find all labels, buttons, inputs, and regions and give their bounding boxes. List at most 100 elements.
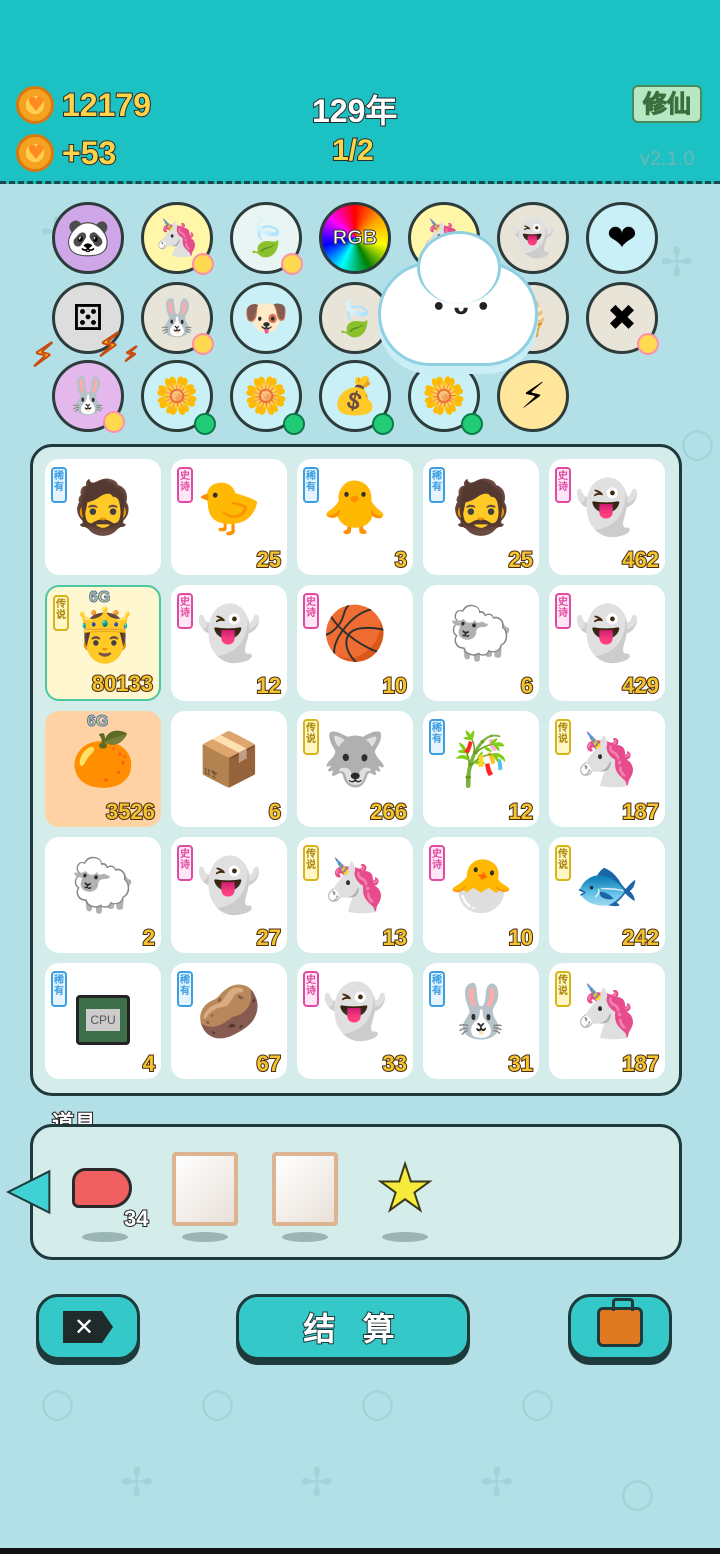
slot-cell[interactable]: 🥔 稀有 67 <box>171 963 287 1079</box>
slot-cell[interactable]: 🐑 2 <box>45 837 161 953</box>
slot-cell[interactable]: 🦄 传说 13 <box>297 837 413 953</box>
slot-cell[interactable]: 🧔 稀有 <box>45 459 161 575</box>
slot-count: 25 <box>255 546 282 573</box>
rarity-badge: 传说 <box>303 845 319 881</box>
sheep-icon: 🐑 <box>448 604 514 664</box>
rgb-orb-icon[interactable]: RGB <box>319 202 391 274</box>
slot-cell[interactable]: 👻 史诗 27 <box>171 837 287 953</box>
rabbit-icon[interactable]: 🐰 <box>141 282 214 355</box>
rabbit-icon[interactable]: 🐰 <box>52 360 125 433</box>
slot-cell[interactable]: 🧔 稀有 25 <box>423 459 539 575</box>
liver-icon <box>72 1168 132 1208</box>
slot-cell[interactable]: 🦄 传说 187 <box>549 711 665 827</box>
rarity-badge: 史诗 <box>555 593 571 629</box>
rarity-badge: 史诗 <box>177 845 193 881</box>
sheep-icon: 🐑 <box>70 856 136 916</box>
bg-pattern: ✢ <box>300 1460 334 1506</box>
heart-badge-icon <box>637 333 659 355</box>
cool-dog-icon[interactable]: 🐶 <box>230 282 302 354</box>
slot-cell[interactable]: 🤴 传说 6G 80133 <box>45 585 161 701</box>
rarity-badge: 史诗 <box>177 467 193 503</box>
remove-button[interactable]: ✕ <box>36 1294 140 1360</box>
slot-count: 10 <box>507 924 534 951</box>
briefcase-icon <box>597 1298 643 1347</box>
lightning-icon: ⚡ <box>97 325 122 365</box>
bg-pattern: ○ <box>360 1380 395 1426</box>
slot-count: 27 <box>255 924 282 951</box>
heart-potion-icon[interactable]: ❤ <box>586 202 658 274</box>
cloud-mascot-icon: • ᴗ • <box>378 231 538 366</box>
rarity-badge: 史诗 <box>303 593 319 629</box>
slot-cell[interactable]: 🍊 6G 3526 <box>45 711 161 827</box>
slot-count: 31 <box>507 1050 534 1077</box>
slot-cell[interactable]: 🐣 史诗 10 <box>423 837 539 953</box>
year-label: 129年 <box>311 92 398 130</box>
flower-pot-icon[interactable]: 🌼 <box>141 360 216 435</box>
coin-total: 12179 <box>61 86 152 124</box>
star-item[interactable]: ★ <box>372 1151 438 1242</box>
slot-count: 33 <box>381 1050 408 1077</box>
slot-cell[interactable]: 👻 史诗 462 <box>549 459 665 575</box>
panda-icon[interactable]: 🐼 <box>52 202 124 274</box>
slot-count: 80133 <box>91 670 154 697</box>
slot-cell[interactable]: 👻 史诗 33 <box>297 963 413 1079</box>
sack-icon[interactable]: 💰 <box>319 360 394 435</box>
bag-button[interactable] <box>568 1294 672 1360</box>
star-icon: ★ <box>375 1151 434 1227</box>
slot-cell[interactable]: 🐥 稀有 3 <box>297 459 413 575</box>
flower-pot-icon[interactable]: 🌼 <box>230 360 305 435</box>
slot-count: 266 <box>369 798 408 825</box>
rarity-badge: 史诗 <box>555 467 571 503</box>
heart-badge-icon <box>103 411 125 433</box>
rarity-badge: 史诗 <box>177 593 193 629</box>
slot-board: 🧔 稀有 🐤 史诗 25 🐥 稀有 3 🧔 稀有 25 👻 史诗 462 🤴 传说 6G 80133 👻 史诗 12 🏀 史… <box>30 444 682 1096</box>
coin-stat: 12179 <box>16 86 152 124</box>
frame-item[interactable] <box>172 1152 238 1242</box>
rarity-badge: 稀有 <box>51 971 67 1007</box>
props-prev-arrow-icon[interactable]: ◀ <box>7 1159 51 1222</box>
heart-badge-icon <box>281 253 303 275</box>
unicorn-icon[interactable]: 🦄 <box>141 202 214 275</box>
lightning-icon: ⚡ <box>123 341 139 367</box>
item-shadow <box>382 1232 428 1242</box>
slot-cell[interactable]: 🏀 史诗 10 <box>297 585 413 701</box>
delete-tag-icon[interactable]: ✖ <box>586 282 659 355</box>
lightning-orb-icon[interactable]: ⚡ <box>497 360 569 432</box>
item-shadow <box>182 1232 228 1242</box>
slot-count: 429 <box>621 672 660 699</box>
top-bar: 12179 +53 129年 1/2 修仙 v2.1.0 <box>0 0 720 184</box>
slot-cell[interactable]: CPU 稀有 4 <box>45 963 161 1079</box>
slot-count: 242 <box>621 924 660 951</box>
slot-cell[interactable]: 🐤 史诗 25 <box>171 459 287 575</box>
slot-cell[interactable]: 👻 史诗 429 <box>549 585 665 701</box>
slot-cell[interactable]: 🐰 稀有 31 <box>423 963 539 1079</box>
bg-pattern: ○ <box>200 1380 235 1426</box>
frame-item[interactable] <box>272 1152 338 1242</box>
leaf-icon[interactable]: 🍃 <box>230 202 303 275</box>
heart-badge-icon <box>192 253 214 275</box>
cpu-label: CPU <box>86 1009 120 1031</box>
flower-pot-icon[interactable]: 🌼 <box>408 360 483 435</box>
settle-button[interactable]: 结 算 <box>236 1294 470 1360</box>
slot-cell[interactable]: 🎋 稀有 12 <box>423 711 539 827</box>
slot-cell[interactable]: 👻 史诗 12 <box>171 585 287 701</box>
item-shadow <box>82 1232 128 1242</box>
cultivate-button[interactable]: 修仙 <box>632 85 702 123</box>
slot-cell[interactable]: 🐟 传说 242 <box>549 837 665 953</box>
slot-count: 187 <box>621 798 660 825</box>
slot-cell[interactable]: 🐑 6 <box>423 585 539 701</box>
slot-cell[interactable]: 🐺 传说 266 <box>297 711 413 827</box>
rarity-badge: 传说 <box>53 595 69 631</box>
coin-icon <box>16 134 54 172</box>
slot-cell[interactable]: 📦 6 <box>171 711 287 827</box>
item-shadow <box>282 1232 328 1242</box>
bg-pattern: ○ <box>620 1470 655 1516</box>
rarity-badge: 传说 <box>555 971 571 1007</box>
package-icon: 📦 <box>196 730 262 790</box>
slot-cell[interactable]: 🦄 传说 187 <box>549 963 665 1079</box>
ghost-wink-icon[interactable]: 👻 <box>497 202 569 274</box>
rarity-badge: 史诗 <box>303 971 319 1007</box>
rarity-badge: 史诗 <box>429 845 445 881</box>
slot-count: 3526 <box>105 798 156 825</box>
rarity-badge: 传说 <box>555 719 571 755</box>
